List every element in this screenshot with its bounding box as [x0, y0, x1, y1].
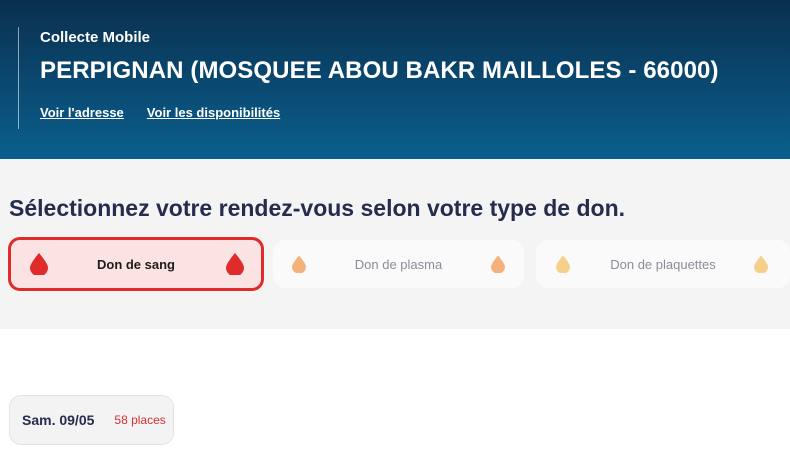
plasma-drop-icon	[292, 255, 306, 273]
plasma-drop-icon	[491, 255, 505, 273]
blood-drop-icon	[30, 253, 48, 275]
blood-drop-icon	[226, 253, 244, 275]
header-links: Voir l'adresse Voir les disponibilités	[40, 105, 719, 120]
collection-type-label: Collecte Mobile	[40, 29, 151, 46]
header-content: Collecte Mobile PERPIGNAN (MOSQUEE ABOU …	[18, 27, 719, 129]
date-slot-date: Sam. 09/05	[22, 412, 95, 428]
page-title: PERPIGNAN (MOSQUEE ABOU BAKR MAILLOLES -…	[40, 57, 719, 84]
donation-type-plasma[interactable]: Don de plasma	[273, 240, 524, 288]
view-address-link[interactable]: Voir l'adresse	[40, 105, 124, 120]
donation-type-label: Don de plasma	[354, 256, 443, 272]
donation-type-heading: Sélectionnez votre rendez-vous selon vot…	[9, 195, 626, 221]
platelet-drop-icon	[556, 255, 570, 273]
view-availability-link[interactable]: Voir les disponibilités	[147, 105, 280, 120]
donation-type-label: Don de plaquettes	[610, 256, 716, 272]
donation-type-label: Don de sang	[96, 256, 175, 272]
date-slot-chip[interactable]: Sam. 09/05 58 places	[9, 395, 174, 445]
donation-type-blood[interactable]: Don de sang	[8, 237, 264, 291]
donation-type-selector: Don de sang Don de plasma Don de plaquet…	[8, 237, 790, 291]
collection-header: Collecte Mobile PERPIGNAN (MOSQUEE ABOU …	[0, 0, 790, 159]
platelet-drop-icon	[754, 255, 768, 273]
donation-type-platelets[interactable]: Don de plaquettes	[536, 240, 790, 288]
date-slot-places: 58 places	[114, 413, 166, 427]
donation-type-section: Sélectionnez votre rendez-vous selon vot…	[0, 159, 790, 329]
